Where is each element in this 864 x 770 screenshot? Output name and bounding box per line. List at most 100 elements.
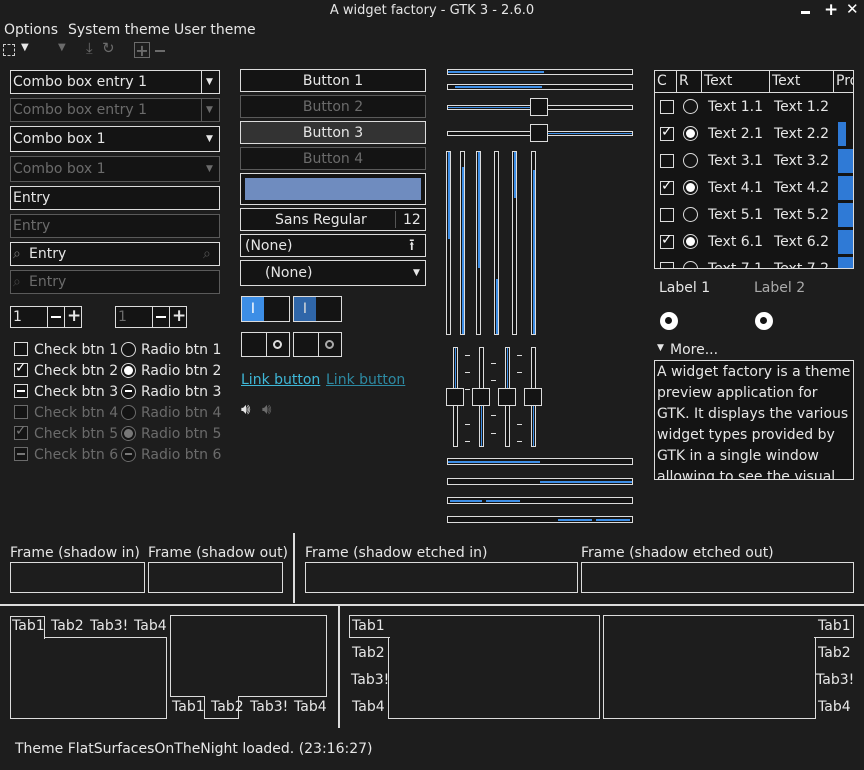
plus-icon[interactable]: +: [172, 308, 186, 325]
row-radio[interactable]: [683, 234, 698, 249]
progress-bar: [447, 478, 633, 485]
row-radio[interactable]: [683, 99, 698, 114]
link-button-2[interactable]: Link button: [326, 373, 405, 387]
column-header[interactable]: R: [677, 71, 702, 93]
checkbox-1[interactable]: [14, 342, 28, 356]
button-2-label: Button 2: [302, 98, 364, 115]
row-radio[interactable]: [683, 207, 698, 222]
tab-label-4[interactable]: Tab4: [294, 700, 327, 714]
menu-user-theme[interactable]: User theme: [174, 23, 256, 37]
combo-box-2-text: Combo box 1: [13, 161, 106, 177]
minimize-icon[interactable]: [801, 11, 810, 14]
row-checkbox[interactable]: [660, 208, 674, 222]
tab-label-3[interactable]: Tab3!: [250, 700, 288, 714]
tab-label-2[interactable]: Tab2: [352, 646, 385, 660]
close-icon[interactable]: ✕: [846, 2, 859, 17]
column-header[interactable]: Pro: [834, 71, 853, 93]
switch-1[interactable]: I: [241, 296, 290, 322]
chevron-down-icon[interactable]: ▼: [206, 78, 213, 87]
file-chooser-button[interactable]: (None) ⭱: [240, 234, 426, 257]
column-header[interactable]: Text: [702, 71, 770, 93]
scale-knob[interactable]: [524, 388, 542, 406]
tab-label-1[interactable]: Tab1: [352, 619, 385, 633]
radio-3[interactable]: [121, 384, 136, 399]
column-header-label: Text: [704, 73, 733, 89]
spin-button-1[interactable]: 1 +: [10, 306, 82, 328]
combo-box-1[interactable]: Combo box 1 ▼: [10, 126, 220, 152]
combo-entry-1[interactable]: Combo box entry 1 ▼: [10, 70, 220, 94]
row-checkbox[interactable]: ✓: [660, 232, 674, 249]
select-icon[interactable]: [3, 44, 15, 56]
minus-icon[interactable]: [51, 316, 61, 318]
dropdown-icon: ▼: [58, 42, 66, 53]
radio-indicator-icon[interactable]: [755, 312, 773, 330]
tab-label-1[interactable]: Tab1: [818, 619, 851, 633]
remove-icon: [155, 50, 165, 52]
entry-1[interactable]: Entry: [10, 186, 220, 210]
progress-fill: [514, 152, 516, 198]
row-radio[interactable]: [683, 261, 698, 268]
tab-label-2[interactable]: Tab2: [211, 700, 244, 714]
row-radio[interactable]: [683, 153, 698, 168]
button-1[interactable]: Button 1: [240, 69, 426, 92]
scale-knob[interactable]: [530, 98, 548, 116]
radio-2[interactable]: [121, 363, 136, 378]
row-checkbox[interactable]: ✓: [660, 124, 674, 141]
switch-3[interactable]: [241, 332, 290, 357]
toolbar: ▼ ▼ ⤓ ↻ +: [0, 40, 864, 62]
font-button[interactable]: Sans Regular 12: [240, 208, 426, 231]
link-button-1[interactable]: Link button: [241, 373, 320, 387]
checkbox-3[interactable]: [14, 384, 28, 398]
dropdown-icon[interactable]: ▼: [21, 43, 29, 53]
row-checkbox[interactable]: [660, 154, 674, 168]
minus-icon[interactable]: [156, 316, 166, 318]
tab-label-4[interactable]: Tab4: [352, 700, 385, 714]
column-header[interactable]: Text: [770, 71, 834, 93]
frame-etched-out-label: Frame (shadow etched out): [581, 545, 776, 561]
button-1-label: Button 1: [302, 72, 364, 89]
row-checkbox[interactable]: ✓: [660, 178, 674, 195]
separator: [0, 604, 864, 606]
progress-fill: [450, 500, 482, 502]
menu-system-theme[interactable]: System theme: [68, 23, 170, 37]
tab-label-3[interactable]: Tab3!: [351, 673, 389, 687]
scale-knob[interactable]: [446, 388, 464, 406]
entry-3[interactable]: ⌕ Entry ⌕: [10, 242, 220, 266]
tab-label-4[interactable]: Tab4: [134, 619, 167, 633]
color-button[interactable]: [240, 173, 426, 205]
tab-label-4[interactable]: Tab4: [818, 700, 851, 714]
row-checkbox[interactable]: [660, 100, 674, 114]
tab-label-2[interactable]: Tab2: [51, 619, 84, 633]
maximize-icon[interactable]: +: [824, 2, 838, 19]
volume-icon[interactable]: 🔊︎: [241, 402, 250, 417]
radio-1[interactable]: [121, 342, 136, 357]
tab-label-1[interactable]: Tab1: [172, 700, 205, 714]
menu-options[interactable]: Options: [4, 23, 58, 37]
scale-knob[interactable]: [530, 124, 548, 142]
tab-label-3[interactable]: Tab3!: [90, 619, 128, 633]
checkbox-2[interactable]: ✓: [14, 360, 28, 377]
progress-fill: [455, 86, 542, 88]
search-icon[interactable]: ⌕: [13, 247, 21, 261]
spin-button-2[interactable]: 1 +: [115, 306, 187, 328]
row-radio[interactable]: [683, 126, 698, 141]
button-3[interactable]: Button 3: [240, 121, 426, 144]
radio-indicator-icon[interactable]: [660, 312, 678, 330]
scale-knob[interactable]: [472, 388, 490, 406]
tab-label-1[interactable]: Tab1: [12, 619, 45, 633]
title-bar[interactable]: A widget factory - GTK 3 - 2.6.0 + ✕: [0, 0, 864, 22]
column-header[interactable]: C: [655, 71, 677, 93]
progress-fill: [596, 519, 630, 521]
tab-label-2[interactable]: Tab2: [818, 646, 851, 660]
row-checkbox[interactable]: [660, 262, 674, 268]
row-text-1: Text 1.1: [708, 99, 764, 115]
row-radio[interactable]: [683, 180, 698, 195]
app-chooser-combo[interactable]: (None) ▼: [240, 260, 426, 286]
clear-icon[interactable]: ⌕: [203, 247, 211, 261]
tab-label-3[interactable]: Tab3!: [816, 673, 854, 687]
text-view[interactable]: A widget factory is a theme preview appl…: [654, 360, 854, 480]
plus-icon[interactable]: +: [67, 308, 81, 325]
scale-knob[interactable]: [498, 388, 516, 406]
open-file-icon: ⭱: [409, 235, 415, 254]
tree-view[interactable]: CR Text Text Pro Text 1.1 Text 1.2 ✓ Text 2.1 T…: [654, 70, 854, 269]
